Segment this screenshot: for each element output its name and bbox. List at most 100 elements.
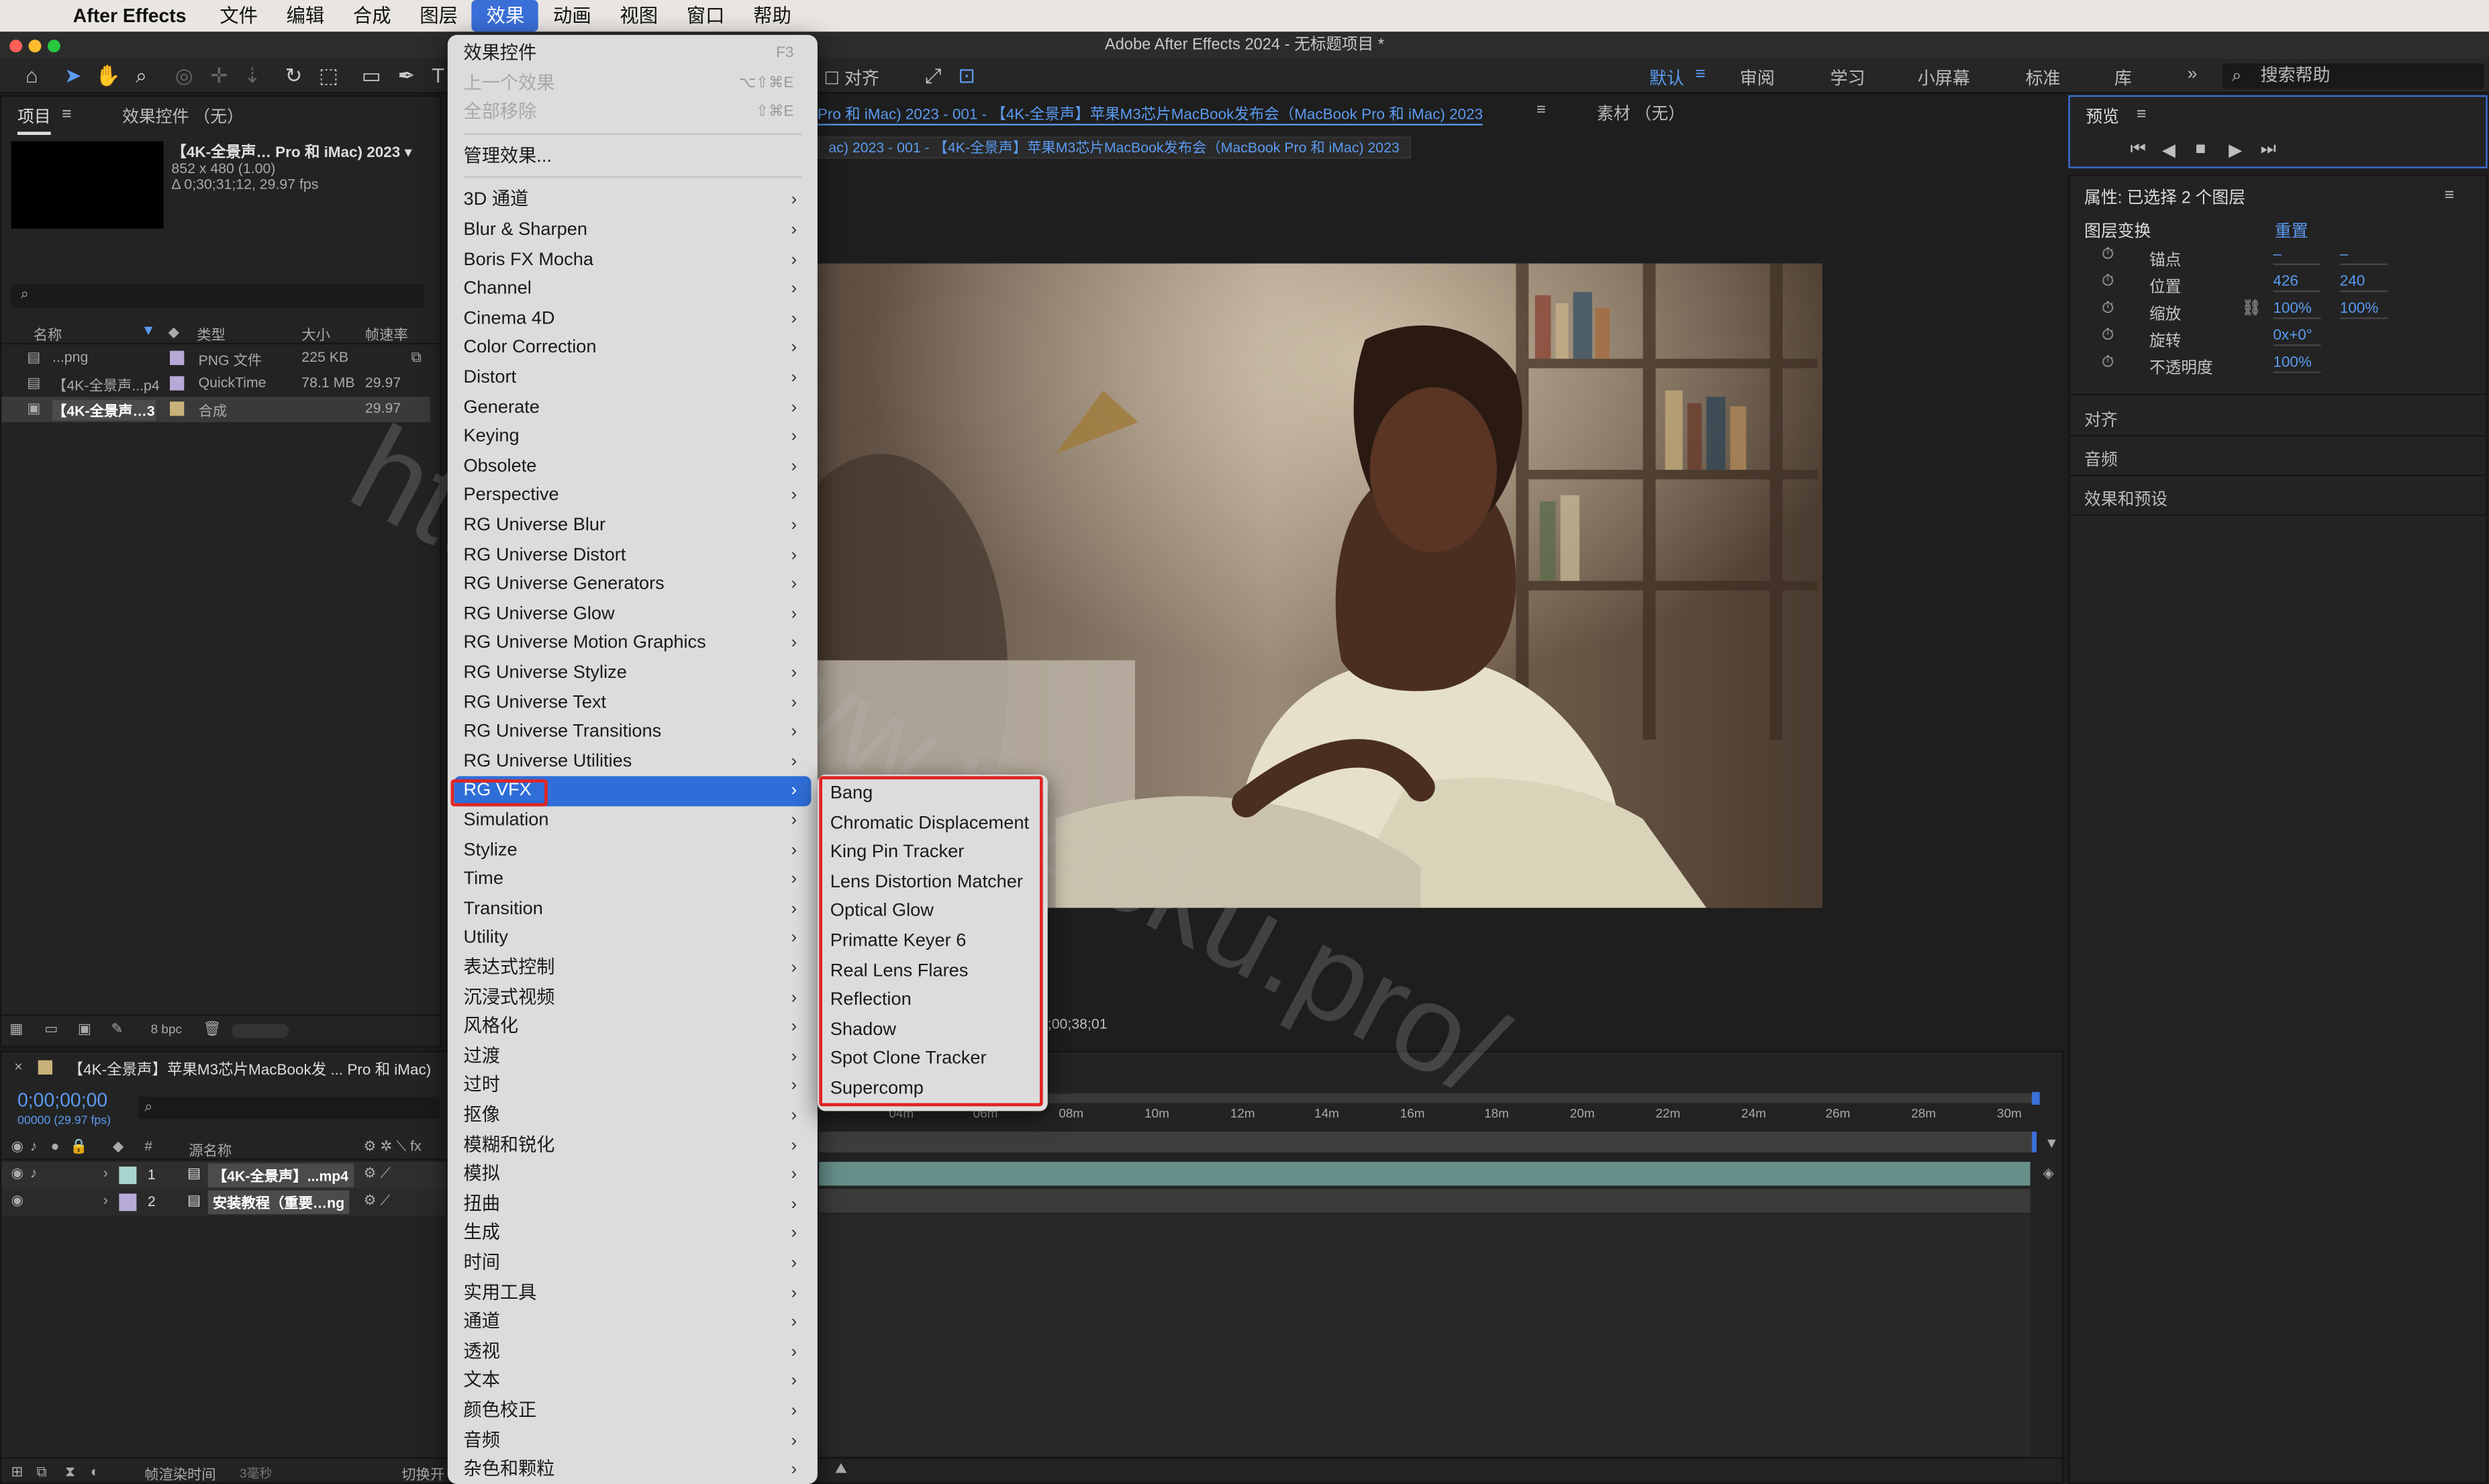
layer-name[interactable]: 安装教程（重要…ng (207, 1190, 350, 1215)
audio-icon[interactable]: ♪ (30, 1165, 38, 1181)
snap-checkbox[interactable]: ☐ 对齐 (824, 65, 879, 91)
minimize-window-icon[interactable] (28, 40, 42, 53)
label-color[interactable] (170, 376, 185, 391)
menu-animation[interactable]: 动画 (539, 0, 605, 32)
trash-icon[interactable]: 🗑 (203, 1021, 222, 1038)
audio-section[interactable]: 音频 (2084, 448, 2118, 471)
current-timecode[interactable]: 0;00;38;01 (1040, 1016, 1108, 1032)
snap-options-icon[interactable]: ⤢ (921, 64, 946, 89)
menu-edit[interactable]: 编辑 (272, 0, 338, 32)
effect-category-item[interactable]: Cinema 4D › (448, 305, 818, 334)
menu-effect[interactable]: 效果 (472, 0, 539, 32)
orbit-camera-icon[interactable]: ◎ (171, 64, 197, 89)
pan-camera-icon[interactable]: ✛ (206, 64, 232, 89)
project-search-input[interactable]: ⌕ (11, 284, 424, 308)
effect-category-item[interactable]: RG Universe Generators › (448, 570, 818, 599)
zoom-tool-icon[interactable]: ⌕ (129, 64, 154, 89)
zoom-window-icon[interactable] (47, 40, 60, 53)
stopwatch-icon[interactable]: ⏱ (2102, 246, 2114, 264)
stopwatch-icon[interactable]: ⏱ (2102, 300, 2114, 317)
layer-row[interactable]: ◉ ♪ › 1 ▤ 【4K-全景声】...mp4 ⚙ ⟋ (1, 1162, 446, 1189)
comp-marker-icon[interactable]: ▼ (2045, 1135, 2059, 1151)
column-type[interactable]: 类型 (197, 324, 226, 344)
effect-category-item[interactable]: 时间 › (448, 1249, 818, 1279)
effect-category-item[interactable]: Channel › (448, 275, 818, 305)
effect-category-item[interactable]: RG Universe Stylize › (448, 658, 818, 688)
effect-category-item[interactable]: RG Universe Utilities › (448, 747, 818, 777)
workspace-libraries[interactable]: 库 (2114, 65, 2132, 91)
column-name[interactable]: 名称 (34, 324, 62, 344)
effect-category-item[interactable]: RG Universe Transitions › (448, 718, 818, 747)
project-row-selected[interactable]: ▣ 【4K-全景声…3 合成 29.97 (1, 397, 430, 423)
workspace-learn[interactable]: 学习 (1831, 65, 1865, 91)
menu-file[interactable]: 文件 (205, 0, 272, 32)
anchor-y-value[interactable]: – (2339, 246, 2388, 265)
effect-category-item[interactable]: Time › (448, 865, 818, 895)
effect-category-item[interactable]: Stylize › (448, 836, 818, 865)
project-row[interactable]: ▤ ...png PNG 文件 225 KB ⧉ (1, 346, 430, 372)
interpret-footage-icon[interactable]: ▦ (9, 1021, 23, 1038)
stop-icon[interactable]: ■ (2196, 140, 2206, 158)
effect-category-item[interactable]: Transition › (448, 895, 818, 924)
effect-category-item[interactable]: Utility › (448, 924, 818, 954)
effect-category-item[interactable]: 表达式控制 › (448, 954, 818, 983)
last-frame-icon[interactable]: ⏭ (2260, 140, 2276, 160)
effect-category-item[interactable]: 模拟 › (448, 1160, 818, 1190)
workspace-review[interactable]: 审阅 (1740, 65, 1775, 91)
effect-category-item[interactable]: 杂色和颗粒 › (448, 1456, 818, 1484)
reset-link[interactable]: 重置 (2275, 219, 2308, 242)
effect-category-item[interactable]: Obsolete › (448, 452, 818, 481)
menu-window[interactable]: 窗口 (672, 0, 738, 32)
effect-category-item[interactable]: Distort › (448, 364, 818, 393)
effect-category-item[interactable]: 过时 › (448, 1072, 818, 1101)
stopwatch-icon[interactable]: ⏱ (2102, 273, 2114, 291)
menu-item-top[interactable]: 管理效果... (448, 142, 818, 172)
layer-marker-icon[interactable]: ◈ (2043, 1165, 2053, 1183)
effect-category-item[interactable]: 抠像 › (448, 1101, 818, 1131)
anchor-x-value[interactable]: – (2273, 246, 2321, 265)
help-search-input[interactable]: ⌕ 搜索帮助 (2222, 63, 2484, 89)
home-icon[interactable]: ⌂ (19, 64, 44, 89)
effect-category-item[interactable]: 生成 › (448, 1220, 818, 1249)
menu-view[interactable]: 视图 (605, 0, 672, 32)
bit-depth[interactable]: 8 bpc (151, 1022, 182, 1036)
menu-layer[interactable]: 图层 (405, 0, 472, 32)
source-name-header[interactable]: 源名称 (189, 1140, 232, 1160)
first-frame-icon[interactable]: ⏮ (2131, 140, 2146, 160)
video-toggle-icon[interactable]: ◉ (11, 1138, 24, 1156)
effect-category-item[interactable]: Generate › (448, 393, 818, 423)
effect-category-item[interactable]: RG Universe Text › (448, 688, 818, 718)
pen-tool-icon[interactable]: ✒ (393, 64, 419, 89)
close-window-icon[interactable] (9, 40, 23, 53)
effect-category-item[interactable]: Simulation › (448, 806, 818, 836)
effect-category-item[interactable]: Blur & Sharpen › (448, 216, 818, 246)
effect-category-item[interactable]: 扭曲 › (448, 1190, 818, 1220)
layer-name[interactable]: 【4K-全景声】...mp4 (207, 1163, 354, 1187)
layer-switches-icon[interactable]: ⧉ (36, 1463, 46, 1481)
previous-frame-icon[interactable]: ◀ (2162, 140, 2176, 160)
effect-category-item[interactable]: Perspective › (448, 481, 818, 511)
selected-item-name[interactable]: 【4K-全景声… Pro 和 iMac) 2023 ▾ (171, 140, 411, 162)
stopwatch-icon[interactable]: ⏱ (2102, 354, 2114, 371)
expand-arrow-icon[interactable]: › (103, 1165, 108, 1181)
menu-help[interactable]: 帮助 (739, 0, 806, 32)
label-color[interactable] (170, 350, 185, 365)
visibility-icon[interactable]: ◉ (11, 1192, 24, 1209)
effect-category-item[interactable]: 3D 通道 › (448, 187, 818, 216)
rotation-value[interactable]: 0x+0° (2273, 327, 2321, 346)
workspace-small-screen[interactable]: 小屏幕 (1918, 65, 1970, 91)
effect-category-item[interactable]: RG Universe Distort › (448, 540, 818, 570)
layer-switches-icon[interactable]: ⚙ ⟋ (364, 1192, 391, 1209)
layer-label-color[interactable] (119, 1193, 137, 1211)
composition-tab[interactable]: Pro 和 iMac) 2023 - 001 - 【4K-全景声】苹果M3芯片M… (817, 101, 1483, 126)
layer-1-duration-bar[interactable] (819, 1162, 2031, 1186)
column-size[interactable]: 大小 (301, 324, 330, 344)
stopwatch-icon[interactable]: ⏱ (2102, 327, 2114, 344)
footage-tab[interactable]: 素材 （无） (1597, 101, 1685, 125)
dolly-camera-icon[interactable]: ⇣ (240, 64, 265, 89)
panel-menu-icon[interactable]: ≡ (62, 105, 72, 123)
rectangle-tool-icon[interactable]: ▭ (358, 64, 384, 89)
effect-category-item[interactable]: 过渡 › (448, 1042, 818, 1072)
tab-project[interactable]: 项目 (17, 105, 51, 136)
composition-breadcrumb[interactable]: ac) 2023 - 001 - 【4K-全景声】苹果M3芯片MacBook发布… (817, 136, 1411, 159)
